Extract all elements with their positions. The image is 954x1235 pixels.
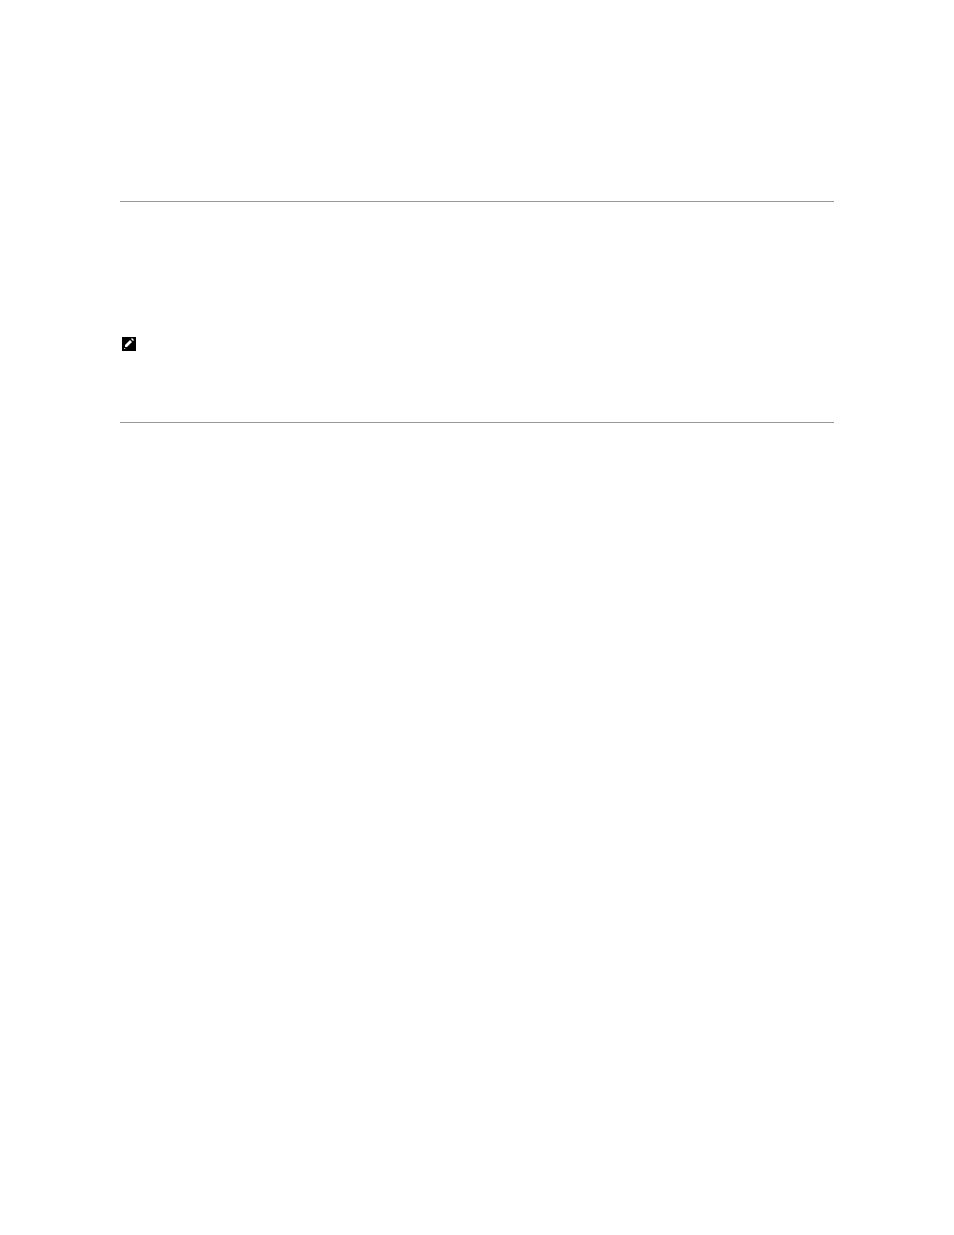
horizontal-rule (120, 422, 834, 423)
note-icon (122, 337, 136, 351)
horizontal-rule (120, 201, 834, 202)
